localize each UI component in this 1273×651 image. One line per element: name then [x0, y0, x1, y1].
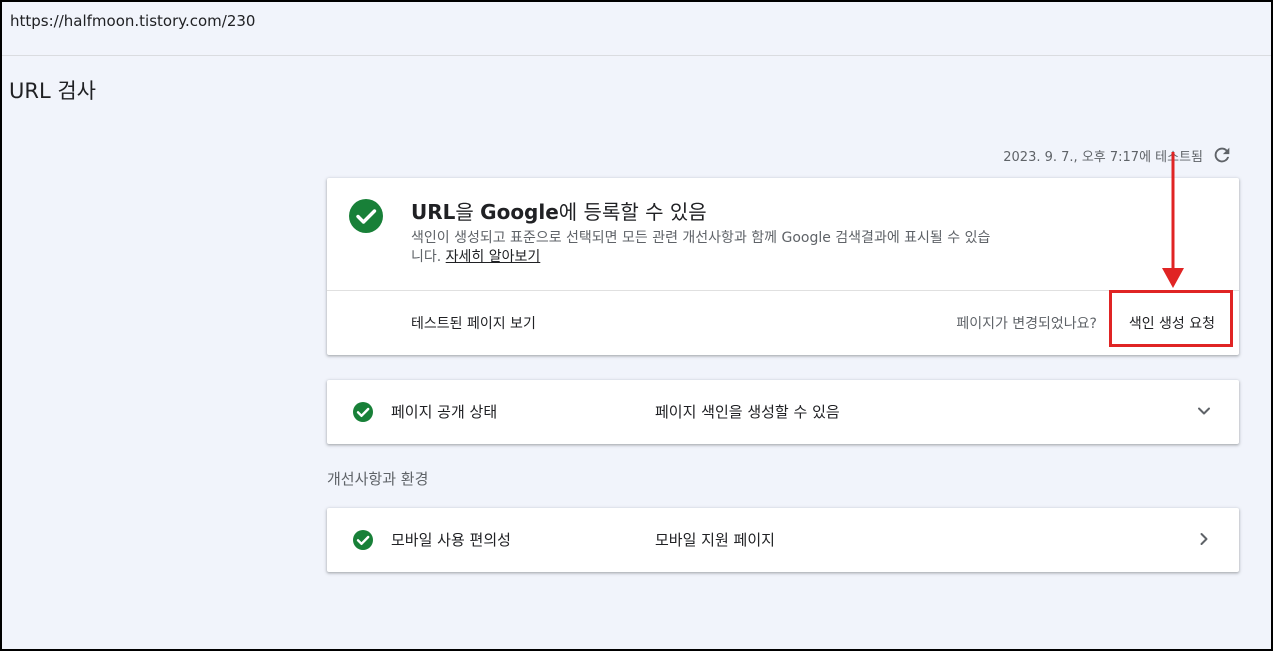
red-arrow-annotation	[1162, 152, 1184, 288]
row-value: 페이지 색인을 생성할 수 있음	[655, 403, 840, 421]
heading-mid: 을	[455, 200, 481, 224]
card-heading: URL을 Google에 등록할 수 있음	[411, 196, 707, 225]
check-circle-icon	[353, 402, 373, 422]
page-changed-question: 페이지가 변경되었나요?	[956, 316, 1097, 332]
page-availability-row[interactable]: 페이지 공개 상태 페이지 색인을 생성할 수 있음	[327, 380, 1239, 444]
row-label: 페이지 공개 상태	[391, 403, 498, 421]
heading-url: URL	[411, 200, 456, 224]
mobile-usability-row[interactable]: 모바일 사용 편의성 모바일 지원 페이지	[327, 508, 1239, 572]
row-label: 모바일 사용 편의성	[391, 531, 511, 549]
row-value: 모바일 지원 페이지	[655, 531, 775, 549]
learn-more-link[interactable]: 자세히 알아보기	[446, 249, 541, 265]
chevron-down-icon[interactable]	[1195, 402, 1213, 420]
test-timestamp-row: 2023. 9. 7., 오후 7:17에 테스트됨	[1003, 144, 1233, 166]
chevron-right-icon[interactable]	[1195, 530, 1213, 548]
card-description: 색인이 생성되고 표준으로 선택되면 모든 관련 개선사항과 함께 Google…	[411, 229, 991, 267]
url-text: https://halfmoon.tistory.com/230	[10, 12, 256, 30]
check-circle-icon	[349, 199, 383, 233]
indexability-card: URL을 Google에 등록할 수 있음 색인이 생성되고 표준으로 선택되면…	[327, 178, 1239, 355]
view-tested-page-button[interactable]: 테스트된 페이지 보기	[411, 313, 536, 333]
highlight-box-annotation	[1109, 290, 1233, 347]
url-bar[interactable]: https://halfmoon.tistory.com/230	[2, 2, 1271, 56]
heading-end: 에 등록할 수 있음	[558, 200, 707, 224]
refresh-icon[interactable]	[1211, 144, 1233, 166]
page-title: URL 검사	[9, 79, 96, 103]
check-circle-icon	[353, 530, 373, 550]
section-heading: 개선사항과 환경	[327, 470, 429, 488]
heading-google: Google	[480, 200, 559, 224]
